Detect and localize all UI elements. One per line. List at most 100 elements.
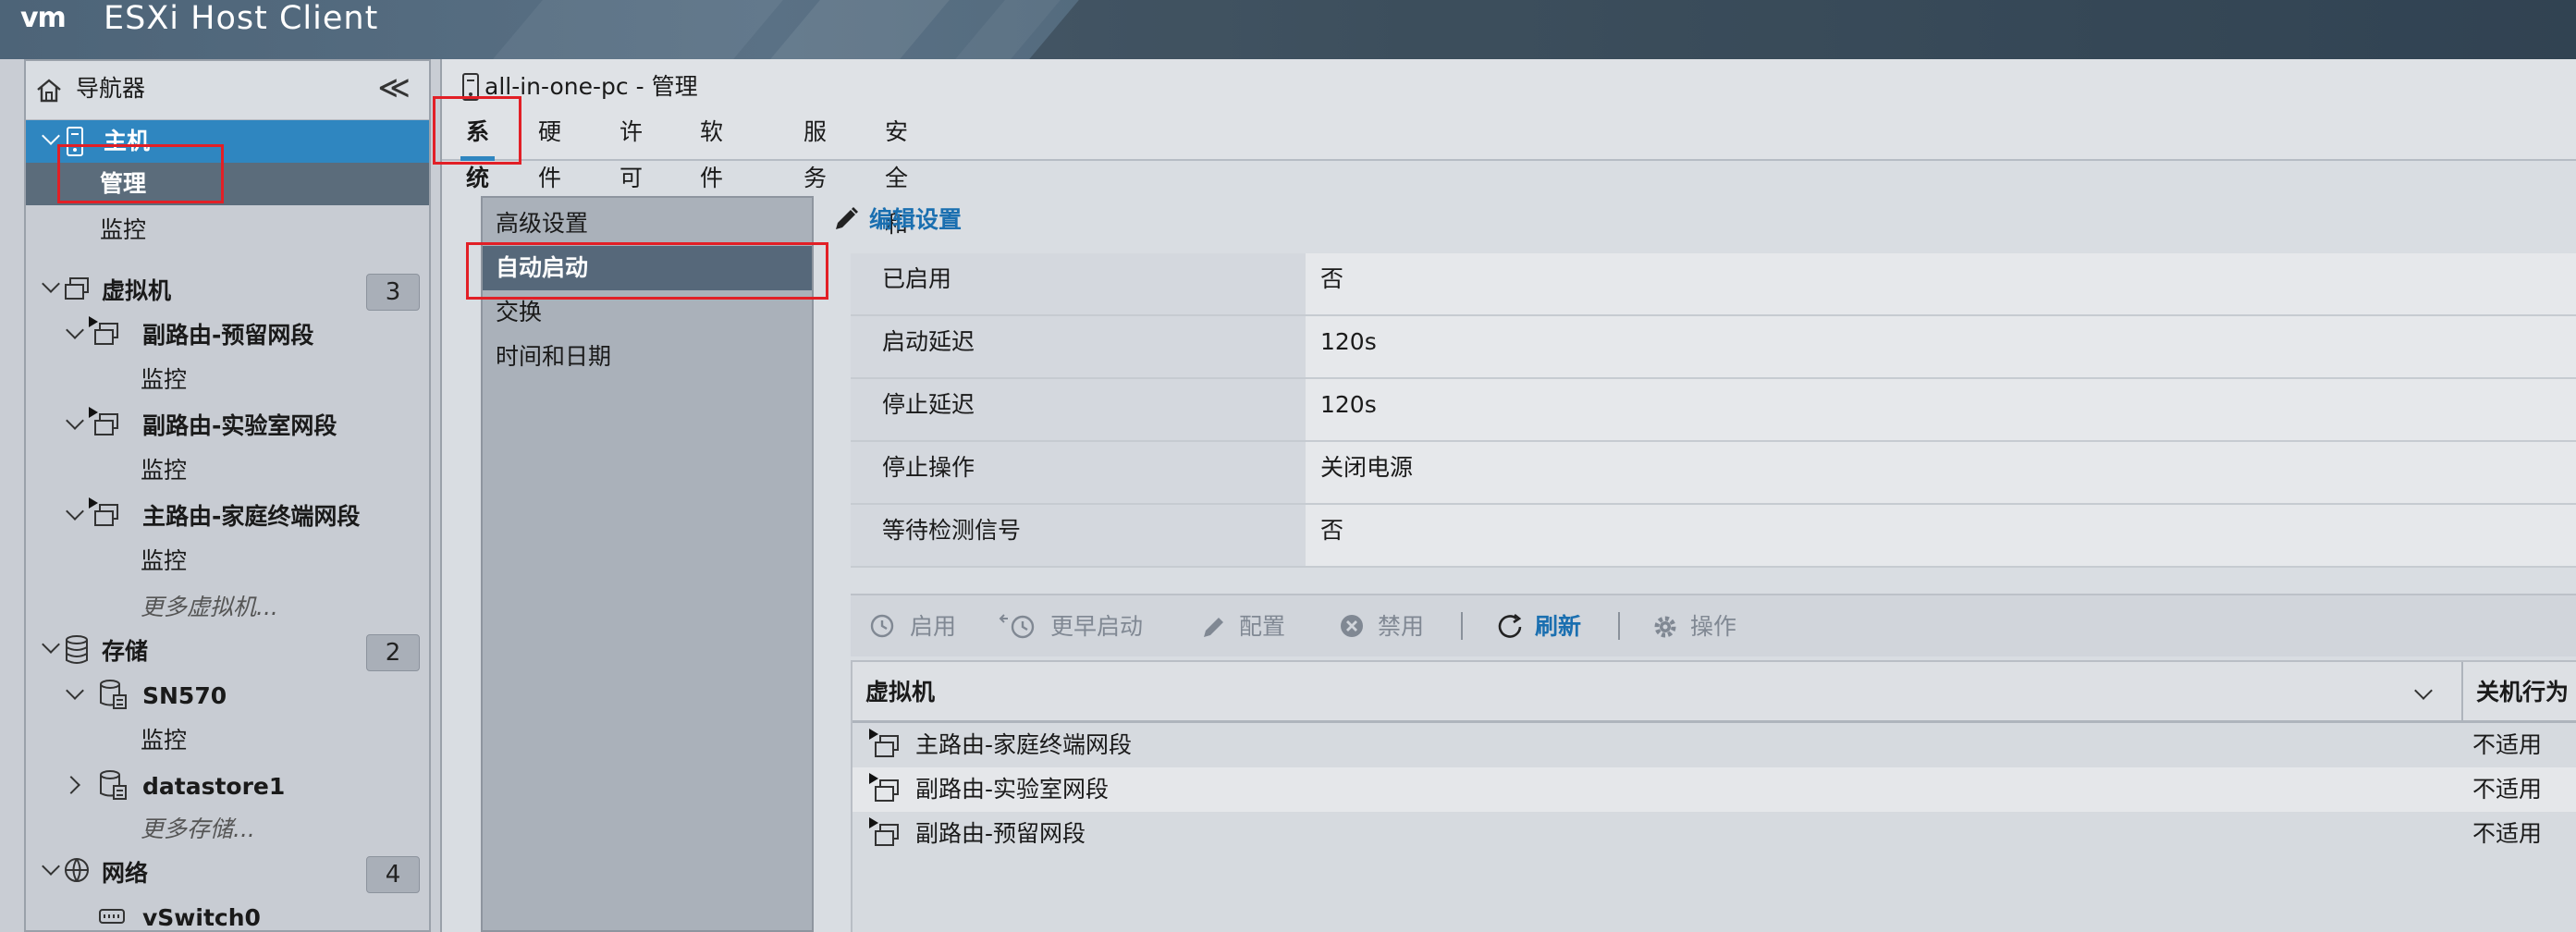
nav-virtual-machines[interactable]: 虚拟机 3 [26,270,429,313]
pencil-icon [836,207,858,229]
nav-host-monitor-label: 监控 [100,216,147,243]
chevron-right-icon[interactable] [62,776,80,794]
tab-hardware[interactable]: 硬件 [533,109,567,191]
highlight-box-autostart [466,242,828,300]
nav-vm-monitor-label: 监控 [141,547,188,574]
home-icon[interactable] [35,78,63,104]
vm-powered-on-icon [869,817,899,846]
pencil-icon [1204,618,1223,637]
header-decoration [1029,0,2576,59]
edit-settings-button[interactable]: 编辑设置 [836,202,963,239]
system-subnav: 高级设置 自动启动 交换 时间和日期 [481,196,814,932]
autostart-toolbar: 启用 更早启动 配置 禁用 刷新 操作 [851,594,2576,656]
chevron-down-icon[interactable] [42,127,60,145]
nav-datastore-label: SN570 [142,682,227,709]
autostart-properties: 已启用 否 启动延迟 120s 停止延迟 120s 停止操作 关闭电源 等待检测… [851,253,2576,568]
nav-datastore-monitor-label: 监控 [141,727,188,754]
nav-host-monitor[interactable]: 监控 [26,209,429,251]
chevron-down-icon[interactable] [66,411,84,430]
chevron-down-icon[interactable] [42,635,60,654]
main-panel: all-in-one-pc - 管理 系统 硬件 许可 软件包 服务 安全和用户… [440,59,2576,932]
column-header-shutdown-action[interactable]: 关机行为 [2461,662,2569,723]
nav-vm-monitor[interactable]: 监控 [26,359,429,401]
app-header: vm ESXi Host Client [0,0,2576,59]
disable-label: 禁用 [1378,613,1425,640]
nav-vm-monitor[interactable]: 监控 [26,449,429,492]
property-value: 120s [1306,379,2576,440]
tab-license[interactable]: 许可 [614,109,648,191]
property-value: 关闭电源 [1306,442,2576,503]
autostart-vm-grid: 虚拟机 关机行为 主路由-家庭终端网段 不适用 副路由-实验室网段 不适用 副路… [851,660,2576,932]
nav-storage[interactable]: 存储 2 [26,631,429,673]
grid-header: 虚拟机 关机行为 [853,662,2576,723]
collapse-navigator-button[interactable]: ≪ [377,72,411,104]
property-key: 启动延迟 [851,316,1306,377]
property-key: 已启用 [851,253,1306,314]
nav-more-storage[interactable]: 更多存储... [26,808,429,851]
vm-count-badge: 3 [366,274,420,311]
property-row: 已启用 否 [851,253,2576,316]
nav-vm-item[interactable]: 副路由-实验室网段 [26,405,429,448]
nav-datastore-item[interactable]: SN570 [26,675,429,717]
nav-datastore-monitor[interactable]: 监控 [26,719,429,762]
vm-name: 主路由-家庭终端网段 [915,731,1133,758]
nav-datastore-label: datastore1 [142,773,286,800]
table-row[interactable]: 副路由-预留网段 不适用 [853,812,2576,856]
nav-vm-label: 副路由-实验室网段 [142,412,337,439]
subnav-time-date[interactable]: 时间和日期 [483,335,812,379]
start-earlier-label: 更早启动 [1050,613,1144,640]
highlight-box-system-tab [433,96,521,165]
chevron-down-icon[interactable] [66,321,84,339]
chevron-down-icon[interactable] [42,857,60,876]
property-row: 停止延迟 120s [851,379,2576,442]
table-row[interactable]: 主路由-家庭终端网段 不适用 [853,723,2576,767]
tab-packages[interactable]: 软件包 [694,109,729,238]
vm-icon [65,277,89,300]
nav-more-vms[interactable]: 更多虚拟机... [26,586,429,629]
navigator-title: 导航器 [76,75,146,102]
storage-count-badge: 2 [366,634,420,671]
header-decoration [493,0,783,59]
nav-storage-label: 存储 [102,638,149,665]
chevron-down-icon[interactable] [42,275,60,293]
property-key: 停止延迟 [851,379,1306,440]
property-row: 等待检测信号 否 [851,505,2576,568]
header-decoration [770,0,950,59]
chevron-down-icon[interactable] [66,502,84,521]
edit-settings-label: 编辑设置 [869,206,963,233]
nav-network[interactable]: 网络 4 [26,852,429,895]
network-count-badge: 4 [366,856,420,893]
highlight-box-manage [57,144,224,203]
gear-icon [1654,616,1676,638]
nav-vswitch-item[interactable]: vSwitch0 [26,897,429,931]
property-value: 否 [1306,505,2576,566]
more-storage-link[interactable]: 更多存储... [141,813,255,846]
vm-name: 副路由-实验室网段 [915,776,1110,803]
nav-vm-monitor[interactable]: 监控 [26,540,429,582]
property-key: 停止操作 [851,442,1306,503]
shutdown-action: 不适用 [2472,731,2543,758]
main-header: all-in-one-pc - 管理 系统 硬件 许可 软件包 服务 安全和用户 [442,59,2576,330]
enable-label: 启用 [910,613,957,640]
tab-services[interactable]: 服务 [798,109,832,191]
refresh-icon [1498,613,1522,638]
clock-play-icon [870,614,894,638]
chevron-down-icon[interactable] [2414,681,2433,700]
table-row[interactable]: 副路由-实验室网段 不适用 [853,767,2576,812]
nav-vm-item[interactable]: 主路由-家庭终端网段 [26,496,429,538]
nav-vm-monitor-label: 监控 [141,457,188,484]
vm-powered-on-icon [869,729,899,757]
property-row: 启动延迟 120s [851,316,2576,379]
shutdown-action: 不适用 [2472,776,2543,803]
nav-vswitch-label: vSwitch0 [142,904,261,931]
nav-vm-item[interactable]: 副路由-预留网段 [26,314,429,357]
subnav-advanced-settings[interactable]: 高级设置 [483,202,812,246]
more-vms-link[interactable]: 更多虚拟机... [141,591,278,624]
nav-datastore-item[interactable]: datastore1 [26,766,429,808]
vmware-logo[interactable]: vm [20,2,80,39]
chevron-down-icon[interactable] [66,681,84,700]
tab-security-users[interactable]: 安全和用户 [879,109,914,330]
nav-vm-label: 主路由-家庭终端网段 [142,503,361,530]
column-header-vm[interactable]: 虚拟机 [865,662,935,723]
nav-vms-label: 虚拟机 [102,277,172,304]
